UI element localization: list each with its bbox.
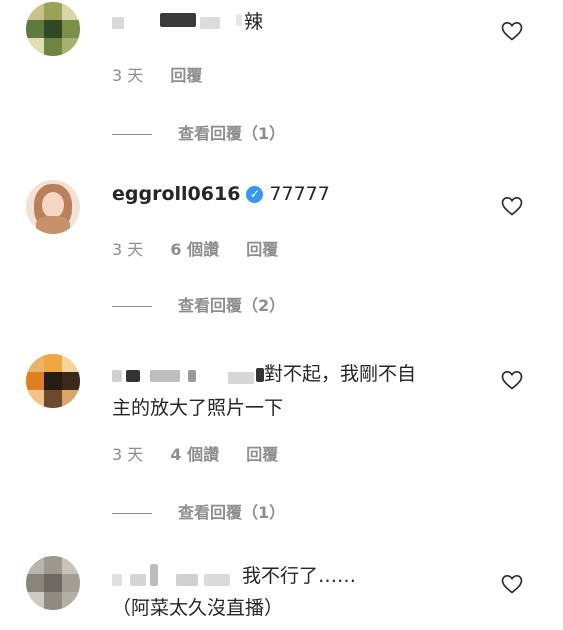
comment-text: 77777 [269, 183, 330, 205]
divider-line [112, 134, 152, 135]
view-replies-button[interactable]: 查看回覆（1） [112, 120, 285, 144]
verified-badge-icon: ✓ [246, 186, 264, 203]
timestamp: 3 天 [112, 66, 144, 85]
comment-meta: 3 天 4 個讚 回覆 [112, 441, 300, 465]
comment-meta: 3 天 6 個讚 回覆 [112, 236, 300, 260]
comment-meta: 3 天 回覆 [112, 62, 224, 86]
reply-button[interactable]: 回覆 [246, 240, 278, 259]
comment-text: 我不行了…… （阿菜太久沒直播） [112, 565, 357, 619]
reply-button[interactable]: 回覆 [170, 66, 202, 85]
heart-outline-icon[interactable] [500, 19, 524, 43]
view-replies-button[interactable]: 查看回覆（1） [112, 499, 285, 523]
avatar[interactable] [26, 180, 80, 234]
heart-outline-icon[interactable] [500, 194, 524, 218]
reply-button[interactable]: 回覆 [246, 445, 278, 464]
comment-text: 對不起，我剛不自 主的放大了照片一下 [112, 363, 417, 419]
heart-outline-icon[interactable] [500, 368, 524, 392]
username[interactable]: eggroll0616 [112, 183, 240, 205]
comment-body: eggroll0616 ✓ 77777 [112, 180, 330, 208]
divider-line [112, 306, 152, 307]
timestamp: 3 天 [112, 445, 144, 464]
avatar[interactable] [26, 556, 80, 610]
heart-outline-icon[interactable] [500, 572, 524, 596]
avatar[interactable] [26, 2, 80, 56]
likes-count[interactable]: 4 個讚 [170, 445, 219, 464]
avatar[interactable] [26, 354, 80, 408]
view-replies-button[interactable]: 查看回覆（2） [112, 292, 285, 316]
timestamp: 3 天 [112, 240, 144, 259]
likes-count[interactable]: 6 個讚 [170, 240, 219, 259]
comment-text: 辣 [244, 11, 264, 33]
divider-line [112, 513, 152, 514]
